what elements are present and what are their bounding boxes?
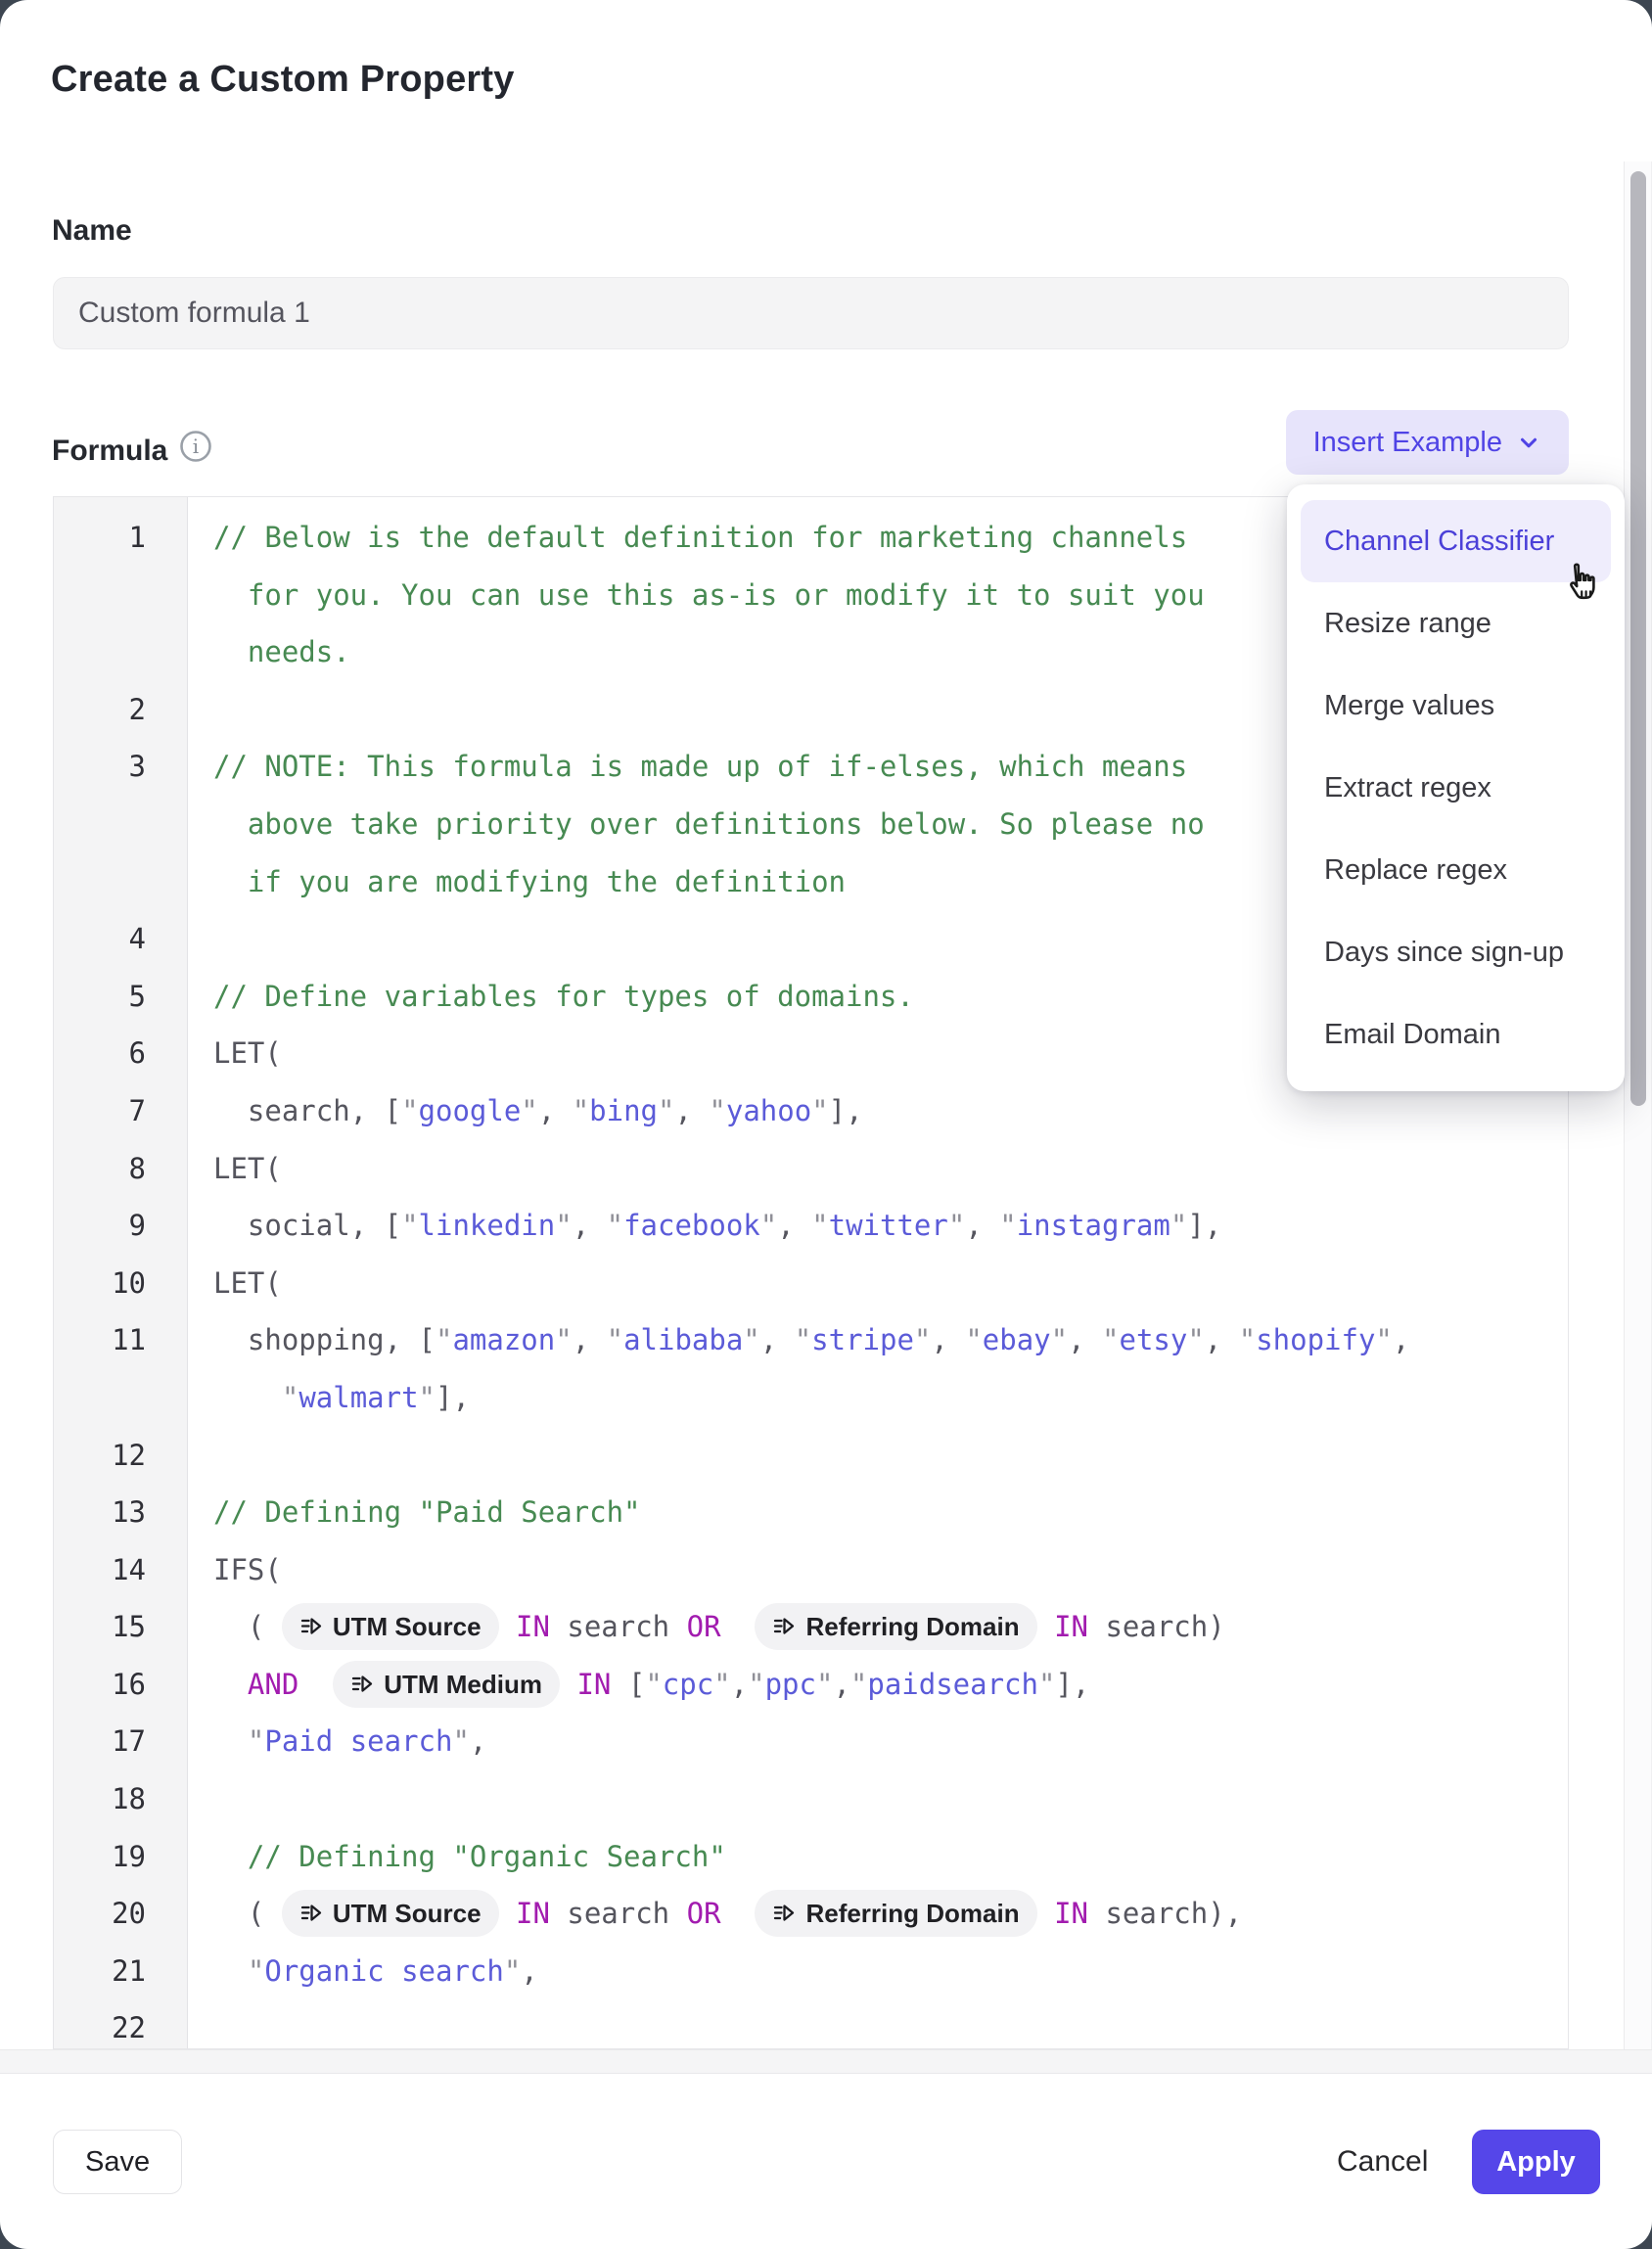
line-number: 20 [54,1885,188,1943]
code-row: social, ["linkedin", "facebook", "twitte… [213,1197,1568,1255]
property-chip-icon [772,1615,796,1638]
line-number: 3 [54,738,188,910]
code-row: shopping, ["amazon", "alibaba", "stripe"… [213,1311,1568,1369]
code-line: 11 shopping, ["amazon", "alibaba", "stri… [54,1311,1568,1426]
code-line: 16 AND UTM Medium IN ["cpc","ppc","paids… [54,1656,1568,1714]
menu-item-days-since-sign-up[interactable]: Days since sign-up [1301,911,1611,993]
line-number: 16 [54,1656,188,1714]
dialog-scrollbar-track[interactable] [1624,161,1652,2049]
code-line: 22 [54,1999,1568,2049]
name-input[interactable] [53,277,1569,349]
line-number: 13 [54,1484,188,1541]
code-row: LET( [213,1255,1568,1312]
line-number: 5 [54,968,188,1026]
formula-label: Formula [52,435,167,468]
line-number: 9 [54,1197,188,1255]
code-line: 20 ( UTM Source IN search OR Referring D… [54,1885,1568,1943]
cancel-button[interactable]: Cancel [1323,2130,1442,2194]
property-chip-icon [299,1615,323,1638]
property-chip-label: Referring Domain [805,1885,1019,1943]
line-number: 11 [54,1311,188,1426]
code-row [213,1999,1568,2049]
code-row: AND UTM Medium IN ["cpc","ppc","paidsear… [213,1656,1568,1714]
code-line: 21 "Organic search", [54,1943,1568,2000]
code-row [213,1770,1568,1828]
hand-cursor-icon [1558,560,1605,612]
property-chip[interactable]: UTM Medium [333,1661,560,1708]
svg-text:i: i [193,435,199,458]
code-row: ( UTM Source IN search OR Referring Doma… [213,1885,1568,1943]
code-row: // Defining "Paid Search" [213,1484,1568,1541]
line-number: 7 [54,1082,188,1140]
line-number: 6 [54,1025,188,1082]
property-chip-label: UTM Source [333,1598,482,1656]
info-icon[interactable]: i [178,429,213,464]
code-row: "Organic search", [213,1943,1568,2000]
code-row [213,1427,1568,1485]
code-line: 19 // Defining "Organic Search" [54,1828,1568,1886]
line-number: 18 [54,1770,188,1828]
save-button[interactable]: Save [53,2130,182,2194]
code-row: "walmart"], [213,1369,1568,1427]
line-number: 14 [54,1541,188,1599]
menu-item-extract-regex[interactable]: Extract regex [1301,747,1611,829]
property-chip-icon [299,1902,323,1925]
code-line: 18 [54,1770,1568,1828]
menu-item-replace-regex[interactable]: Replace regex [1301,829,1611,911]
code-row: "Paid search", [213,1713,1568,1770]
code-row: // Defining "Organic Search" [213,1828,1568,1886]
code-row: ( UTM Source IN search OR Referring Doma… [213,1598,1568,1656]
line-number: 17 [54,1713,188,1770]
create-custom-property-dialog: Create a Custom Property Name Formula i … [0,0,1652,2249]
line-number: 15 [54,1598,188,1656]
menu-item-email-domain[interactable]: Email Domain [1301,993,1611,1076]
line-number: 21 [54,1943,188,2000]
line-number: 1 [54,509,188,681]
line-number: 10 [54,1255,188,1312]
line-number: 22 [54,1999,188,2049]
code-row: LET( [213,1140,1568,1198]
menu-item-merge-values[interactable]: Merge values [1301,665,1611,747]
chevron-down-icon [1516,430,1541,455]
code-line: 15 ( UTM Source IN search OR Referring D… [54,1598,1568,1656]
code-line: 8 LET( [54,1140,1568,1198]
property-chip[interactable]: UTM Source [282,1890,499,1937]
code-line: 13 // Defining "Paid Search" [54,1484,1568,1541]
line-number: 12 [54,1427,188,1485]
property-chip[interactable]: Referring Domain [755,1603,1036,1650]
name-label: Name [52,214,132,248]
property-chip-label: Referring Domain [805,1598,1019,1656]
line-number: 4 [54,910,188,968]
code-line: 10 LET( [54,1255,1568,1312]
insert-example-label: Insert Example [1313,427,1502,459]
horizontal-scroll-band [0,2049,1652,2074]
code-line: 17 "Paid search", [54,1713,1568,1770]
insert-example-button[interactable]: Insert Example [1286,410,1569,475]
line-number: 8 [54,1140,188,1198]
property-chip-icon [772,1902,796,1925]
property-chip[interactable]: UTM Source [282,1603,499,1650]
code-row: IFS( [213,1541,1568,1599]
property-chip[interactable]: Referring Domain [755,1890,1036,1937]
page-title: Create a Custom Property [51,59,515,101]
code-line: 12 [54,1427,1568,1485]
property-chip-icon [350,1673,374,1696]
code-line: 9 social, ["linkedin", "facebook", "twit… [54,1197,1568,1255]
dialog-scrollbar-thumb[interactable] [1630,171,1646,1106]
apply-button[interactable]: Apply [1472,2130,1600,2194]
line-number: 19 [54,1828,188,1886]
code-line: 14 IFS( [54,1541,1568,1599]
property-chip-label: UTM Medium [384,1656,542,1714]
line-number: 2 [54,681,188,739]
property-chip-label: UTM Source [333,1885,482,1943]
